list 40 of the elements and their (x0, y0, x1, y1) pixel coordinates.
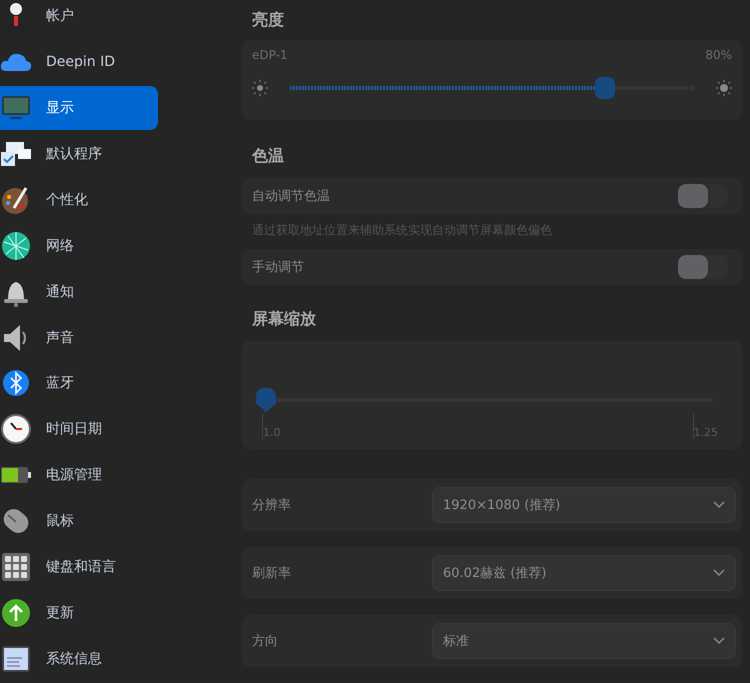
sidebar-item[interactable]: 时间日期 (0, 407, 158, 452)
sun-small-icon (252, 80, 268, 96)
dropdown[interactable]: 标准 (432, 623, 736, 659)
sidebar-item[interactable]: 个性化 (0, 178, 158, 222)
slider-thumb[interactable] (256, 388, 276, 412)
setting-label: 方向 (252, 633, 279, 650)
section-title: 亮度 (251, 8, 285, 30)
dropdown[interactable]: 1920×1080 (推荐) (432, 487, 736, 523)
section-title: 色温 (250, 144, 285, 166)
sidebar-item[interactable]: 鼠标 (0, 499, 158, 544)
sidebar-item[interactable]: 更新 (0, 591, 158, 636)
slider-thumb[interactable] (595, 77, 616, 99)
sidebar-item[interactable]: 系统信息 (0, 637, 158, 682)
caret-icon (713, 637, 725, 645)
display-name: eDP-1 (252, 48, 288, 62)
brightness-reading: 80% (705, 48, 732, 62)
globe-icon (0, 230, 32, 262)
setting-label: 分辨率 (252, 497, 292, 514)
sidebar-item[interactable]: Deepin ID (0, 40, 158, 84)
sidebar-item[interactable]: 键盘和语言 (0, 545, 158, 590)
sun-large-icon (716, 80, 732, 96)
dropdown[interactable]: 60.02赫兹 (推荐) (432, 555, 736, 591)
toggle-label: 手动调节 (252, 259, 304, 276)
sidebar-item[interactable]: 声音 (0, 316, 158, 360)
sidebar-item[interactable]: 默认程序 (0, 132, 158, 176)
sidebar-item[interactable]: 显示 (0, 86, 158, 130)
sidebar-item[interactable]: 通知 (0, 270, 158, 314)
keyboard-icon (0, 551, 32, 584)
sidebar-item[interactable]: 电源管理 (0, 453, 158, 498)
update-icon (0, 597, 32, 630)
sidebar-item[interactable]: 帐户 (0, 0, 158, 38)
caret-icon (713, 569, 725, 577)
setting-label: 刷新率 (252, 565, 292, 582)
sidebar-item[interactable]: 网络 (0, 224, 158, 268)
toggle-switch[interactable] (678, 184, 728, 208)
sidebar-item[interactable]: 蓝牙 (0, 362, 158, 406)
caret-icon (713, 501, 725, 509)
toggle-switch[interactable] (678, 255, 728, 279)
toggle-label: 自动调节色温 (252, 188, 330, 205)
section-title: 屏幕缩放 (251, 308, 317, 330)
